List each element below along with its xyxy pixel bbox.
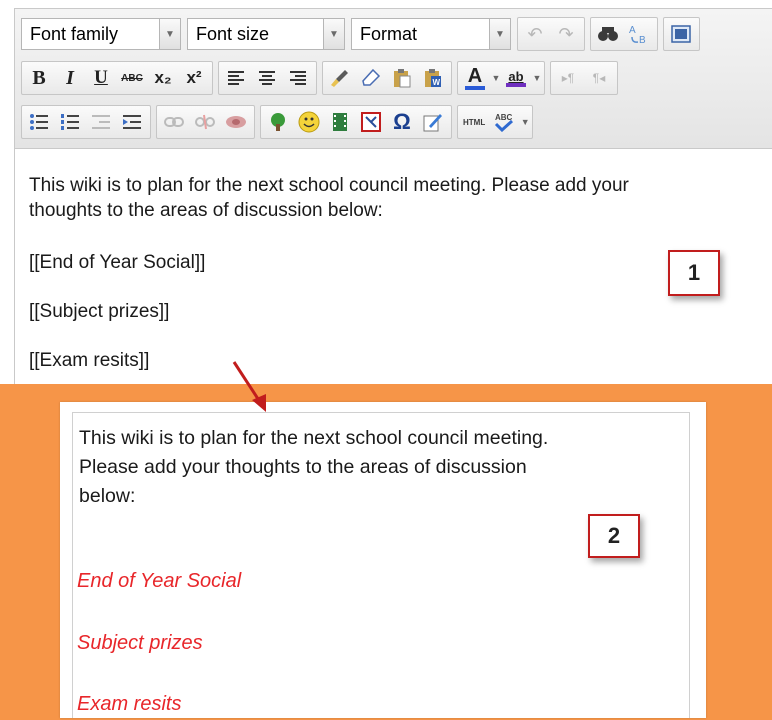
insert-group: Ω bbox=[260, 105, 452, 139]
bullet-list-icon[interactable] bbox=[24, 107, 54, 137]
preview-intro-line-2: Please add your thoughts to the areas of… bbox=[79, 456, 527, 478]
toolbar-row-2: B I U ABC x₂ x² W A ▼ ab ▼ ▸¶ ¶◂ bbox=[21, 61, 623, 95]
fullscreen-group bbox=[663, 17, 700, 51]
editor-wiki-link: [[End of Year Social]] bbox=[29, 252, 206, 273]
subscript-button[interactable]: x₂ bbox=[148, 63, 178, 93]
list-group bbox=[21, 105, 151, 139]
editor-wiki-link: [[Exam resits]] bbox=[29, 350, 150, 371]
html-icon[interactable]: HTML bbox=[460, 107, 488, 137]
fullscreen-icon[interactable] bbox=[666, 19, 696, 49]
edit-icon[interactable] bbox=[418, 107, 448, 137]
history-group: ↶ ↷ bbox=[517, 17, 585, 51]
cleanup-brush-icon[interactable] bbox=[325, 63, 355, 93]
preview-page-link[interactable]: Exam resits bbox=[77, 693, 181, 716]
search-group: AB bbox=[590, 17, 658, 51]
preview-frame: This wiki is to plan for the next school… bbox=[72, 412, 690, 718]
text-style-group: B I U ABC x₂ x² bbox=[21, 61, 213, 95]
highlight-button[interactable]: ab bbox=[501, 63, 531, 93]
svg-text:W: W bbox=[433, 78, 441, 87]
clipboard-group: W bbox=[322, 61, 452, 95]
italic-button[interactable]: I bbox=[55, 63, 85, 93]
callout-badge-1: 1 bbox=[668, 250, 720, 296]
callout-badge-2: 2 bbox=[588, 514, 640, 558]
chevron-down-icon[interactable]: ▼ bbox=[489, 18, 511, 50]
svg-text:A: A bbox=[629, 25, 636, 36]
text-color-label: A bbox=[467, 65, 483, 87]
chevron-down-icon[interactable]: ▼ bbox=[491, 73, 501, 83]
spellcheck-icon[interactable] bbox=[356, 107, 386, 137]
paste-text-icon[interactable] bbox=[387, 63, 417, 93]
preview-intro-line-1: This wiki is to plan for the next school… bbox=[79, 427, 549, 449]
strikethrough-button[interactable]: ABC bbox=[117, 63, 147, 93]
format-value: Format bbox=[351, 18, 489, 50]
font-family-select[interactable]: Font family ▼ bbox=[21, 18, 181, 50]
editor-wiki-link: [[Subject prizes]] bbox=[29, 301, 170, 322]
emoticon-icon[interactable] bbox=[294, 107, 324, 137]
toolbar-row-1: Font family ▼ Font size ▼ Format ▼ ↶ ↷ A bbox=[21, 17, 705, 51]
text-color-button[interactable]: A bbox=[460, 63, 490, 93]
replace-icon[interactable]: AB bbox=[624, 19, 654, 49]
rendered-wiki-preview: This wiki is to plan for the next school… bbox=[60, 402, 706, 718]
chevron-down-icon[interactable]: ▼ bbox=[323, 18, 345, 50]
wiki-editor: Font family ▼ Font size ▼ Format ▼ ↶ ↷ A bbox=[14, 8, 772, 384]
rtl-icon[interactable]: ¶◂ bbox=[584, 63, 614, 93]
eraser-icon[interactable] bbox=[356, 63, 386, 93]
arrow-annotation-icon bbox=[232, 361, 266, 412]
font-family-value: Font family bbox=[21, 18, 159, 50]
undo-icon[interactable]: ↶ bbox=[520, 19, 550, 49]
media-icon[interactable] bbox=[325, 107, 355, 137]
editor-intro-line-1: This wiki is to plan for the next school… bbox=[29, 175, 629, 196]
align-right-icon[interactable] bbox=[283, 63, 313, 93]
chevron-down-icon[interactable]: ▼ bbox=[520, 117, 530, 127]
direction-group: ▸¶ ¶◂ bbox=[550, 61, 618, 95]
redo-icon[interactable]: ↷ bbox=[551, 19, 581, 49]
bold-button[interactable]: B bbox=[24, 63, 54, 93]
svg-text:B: B bbox=[639, 35, 646, 45]
html-group: HTML ABC ▼ bbox=[457, 105, 534, 139]
chevron-down-icon[interactable]: ▼ bbox=[159, 18, 181, 50]
find-icon[interactable] bbox=[593, 19, 623, 49]
special-char-icon[interactable]: Ω bbox=[387, 107, 417, 137]
spellcheck-abc-icon[interactable]: ABC bbox=[489, 107, 519, 137]
link-group bbox=[156, 105, 255, 139]
anchor-icon[interactable] bbox=[221, 107, 251, 137]
editor-intro-line-2: thoughts to the areas of discussion belo… bbox=[29, 200, 383, 221]
unlink-icon[interactable] bbox=[190, 107, 220, 137]
color-group: A ▼ ab ▼ bbox=[457, 61, 545, 95]
format-select[interactable]: Format ▼ bbox=[351, 18, 511, 50]
numbered-list-icon[interactable] bbox=[55, 107, 85, 137]
toolbar-row-3: Ω HTML ABC ▼ bbox=[21, 105, 538, 139]
outdent-icon[interactable] bbox=[86, 107, 116, 137]
preview-page-link[interactable]: Subject prizes bbox=[77, 632, 203, 655]
font-size-select[interactable]: Font size ▼ bbox=[187, 18, 345, 50]
text-color-swatch bbox=[465, 86, 485, 90]
link-icon[interactable] bbox=[159, 107, 189, 137]
chevron-down-icon[interactable]: ▼ bbox=[532, 73, 542, 83]
align-left-icon[interactable] bbox=[221, 63, 251, 93]
image-icon[interactable] bbox=[263, 107, 293, 137]
highlight-label: ab bbox=[508, 68, 524, 84]
preview-page-link[interactable]: End of Year Social bbox=[77, 570, 241, 593]
svg-text:ABC: ABC bbox=[495, 113, 513, 122]
superscript-button[interactable]: x² bbox=[179, 63, 209, 93]
highlight-swatch bbox=[506, 82, 526, 87]
underline-button[interactable]: U bbox=[86, 63, 116, 93]
align-center-icon[interactable] bbox=[252, 63, 282, 93]
indent-icon[interactable] bbox=[117, 107, 147, 137]
font-size-value: Font size bbox=[187, 18, 323, 50]
ltr-icon[interactable]: ▸¶ bbox=[553, 63, 583, 93]
paste-word-icon[interactable]: W bbox=[418, 63, 448, 93]
editor-toolbar: Font family ▼ Font size ▼ Format ▼ ↶ ↷ A bbox=[14, 8, 772, 148]
preview-background: This wiki is to plan for the next school… bbox=[0, 384, 772, 720]
editor-content-area[interactable]: This wiki is to plan for the next school… bbox=[14, 148, 772, 384]
alignment-group bbox=[218, 61, 317, 95]
preview-intro-line-3: below: bbox=[79, 485, 136, 507]
